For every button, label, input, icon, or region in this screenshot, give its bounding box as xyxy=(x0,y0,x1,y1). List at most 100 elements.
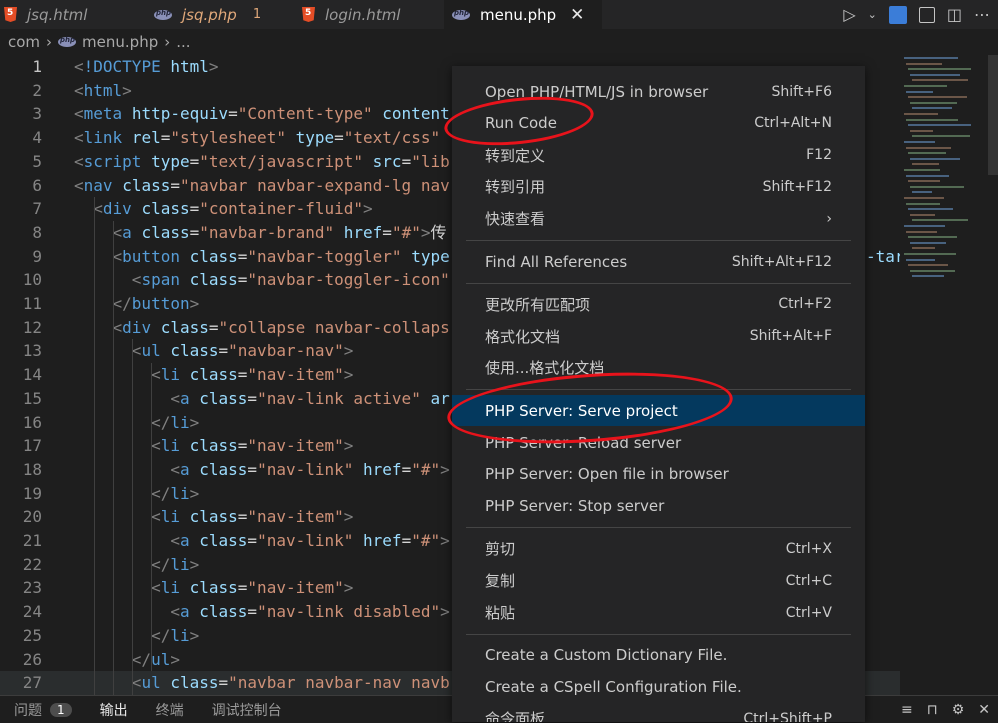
minimap-line xyxy=(912,247,936,250)
minimap-line xyxy=(906,62,942,65)
line-number: 18 xyxy=(22,459,42,479)
line-number: 15 xyxy=(22,388,42,408)
problem-count-badge: 1 xyxy=(252,7,262,22)
menu-item[interactable]: 快速查看 › xyxy=(452,203,865,234)
minimap-line xyxy=(910,269,955,272)
php-server-icon[interactable] xyxy=(888,5,907,24)
line-number: 13 xyxy=(22,341,42,361)
menu-item-label: PHP Server: Stop server xyxy=(485,497,665,516)
minimap-line xyxy=(908,96,968,99)
line-number: 5 xyxy=(32,151,42,171)
chevron-down-icon[interactable]: ⌄ xyxy=(868,8,877,21)
close-icon[interactable]: ✕ xyxy=(978,702,990,718)
code-text: </li> xyxy=(151,554,200,574)
menu-item[interactable]: PHP Server: Reload server xyxy=(452,427,865,458)
minimap-line xyxy=(904,141,935,143)
minimap-line xyxy=(908,236,957,239)
php-icon xyxy=(154,9,172,20)
menu-item[interactable]: Create a CSpell Configuration File. xyxy=(452,672,865,703)
minimap-line xyxy=(912,163,939,166)
settings-icon[interactable]: ⚙ xyxy=(952,702,965,718)
code-text: <a class="nav-link disabled"> xyxy=(170,602,450,622)
minimap-line xyxy=(910,157,961,160)
menu-item[interactable]: PHP Server: Stop server xyxy=(452,491,865,522)
tab-menu-php[interactable]: menu.php ✕ xyxy=(444,0,602,29)
tab-jsq-php[interactable]: jsq.php 1 xyxy=(148,0,294,29)
split-editor-icon[interactable]: ◫ xyxy=(947,5,962,24)
menu-item[interactable]: 使用...格式化文档 xyxy=(452,352,865,383)
menu-item[interactable]: 转到定义 F12 xyxy=(452,140,865,171)
menu-item-shortcut: Ctrl+Alt+N xyxy=(754,115,832,132)
lock-icon[interactable]: ⊓ xyxy=(927,702,938,718)
tab-problems[interactable]: 问题 xyxy=(14,700,42,720)
code-text: </li> xyxy=(151,412,200,432)
code-text: <a class="nav-link" href="#"> xyxy=(170,531,450,550)
menu-item-label: 粘贴 xyxy=(485,604,516,622)
more-actions-icon[interactable]: ⋯ xyxy=(974,5,990,24)
code-text: <li class="nav-item"> xyxy=(151,365,354,385)
tab-terminal[interactable]: 终端 xyxy=(156,700,184,720)
code-text: <button class="navbar-toggler" type xyxy=(112,246,450,266)
menu-item-shortcut: Shift+Alt+F xyxy=(749,328,832,345)
menu-item-shortcut: Ctrl+X xyxy=(785,540,832,557)
menu-item-shortcut: Ctrl+Shift+P xyxy=(743,710,832,722)
menu-item[interactable]: 复制 Ctrl+C xyxy=(452,565,865,596)
code-text: <li class="nav-item"> xyxy=(151,507,354,527)
minimap-line xyxy=(904,85,948,87)
tab-jsq-html[interactable]: jsq.html xyxy=(0,0,144,29)
minimap-line xyxy=(904,225,946,227)
minimap-line xyxy=(912,135,970,138)
code-text: </li> xyxy=(151,483,200,503)
minimap-line xyxy=(904,197,944,199)
menu-item[interactable]: Open PHP/HTML/JS in browser Shift+F6 xyxy=(452,76,865,107)
code-text: <span class="navbar-toggler-icon" xyxy=(131,270,450,290)
minimap[interactable] xyxy=(900,55,998,695)
menu-item[interactable]: 转到引用 Shift+F12 xyxy=(452,171,865,202)
menu-item-label: 更改所有匹配项 xyxy=(485,295,591,314)
tab-debug-console[interactable]: 调试控制台 xyxy=(212,700,282,720)
menu-item-label: 复制 xyxy=(485,572,516,591)
menu-item[interactable]: 粘贴 Ctrl+V xyxy=(452,597,865,628)
line-number: 16 xyxy=(22,412,42,432)
code-text: <li class="nav-item"> xyxy=(151,578,354,598)
menu-item[interactable]: 格式化文档 Shift+Alt+F xyxy=(452,321,865,352)
context-menu: Open PHP/HTML/JS in browser Shift+F6 Run C… xyxy=(452,66,865,722)
tab-output[interactable]: 输出 xyxy=(100,700,128,720)
minimap-line xyxy=(912,275,945,278)
problems-count-badge: 1 xyxy=(50,702,72,717)
code-text: <meta http-equiv="Content-type" content xyxy=(74,104,450,124)
minimap-scrollbar[interactable] xyxy=(988,55,998,175)
code-text: <script type="text/javascript" src="lib xyxy=(74,151,450,171)
menu-item-label: Run Code xyxy=(485,114,557,133)
close-icon[interactable]: ✕ xyxy=(570,5,584,25)
code-text: <a class="navbar-brand" href="#">传 xyxy=(112,222,447,242)
minimap-line xyxy=(904,169,940,171)
menu-item[interactable]: PHP Server: Open file in browser xyxy=(452,459,865,490)
code-text: </li> xyxy=(151,625,200,645)
menu-item-label: Create a Custom Dictionary File. xyxy=(485,646,728,665)
filter-icon[interactable]: ≡ xyxy=(901,702,913,718)
preview-icon[interactable] xyxy=(918,6,935,23)
code-text: <a class="nav-link active" ar xyxy=(170,388,450,408)
line-number: 27 xyxy=(22,673,42,693)
menu-item[interactable]: Find All References Shift+Alt+F12 xyxy=(452,246,865,277)
breadcrumb-separator: › xyxy=(164,33,171,51)
run-icon[interactable]: ▷ xyxy=(843,5,855,24)
editor-actions: ▷ ⌄ ◫ ⋯ xyxy=(843,0,998,29)
menu-item[interactable]: PHP Server: Serve project xyxy=(452,395,865,427)
breadcrumb-folder[interactable]: com xyxy=(8,33,40,51)
indent-guide xyxy=(132,339,133,695)
breadcrumb-file[interactable]: menu.php xyxy=(82,33,158,51)
breadcrumb-separator: › xyxy=(46,33,53,51)
menu-item-shortcut: Shift+Alt+F12 xyxy=(731,253,832,270)
minimap-line xyxy=(910,73,960,76)
menu-item[interactable]: Run Code Ctrl+Alt+N xyxy=(452,108,865,139)
menu-item[interactable]: 更改所有匹配项 Ctrl+F2 xyxy=(452,289,865,320)
menu-item-shortcut: F12 xyxy=(806,147,832,164)
menu-item[interactable]: 命令面板... Ctrl+Shift+P xyxy=(452,703,865,722)
menu-item[interactable]: Create a Custom Dictionary File. xyxy=(452,640,865,671)
tab-login-html[interactable]: login.html xyxy=(296,0,442,29)
line-number: 11 xyxy=(22,294,42,313)
menu-item[interactable]: 剪切 Ctrl+X xyxy=(452,533,865,564)
breadcrumb-symbol[interactable]: ... xyxy=(176,33,190,51)
